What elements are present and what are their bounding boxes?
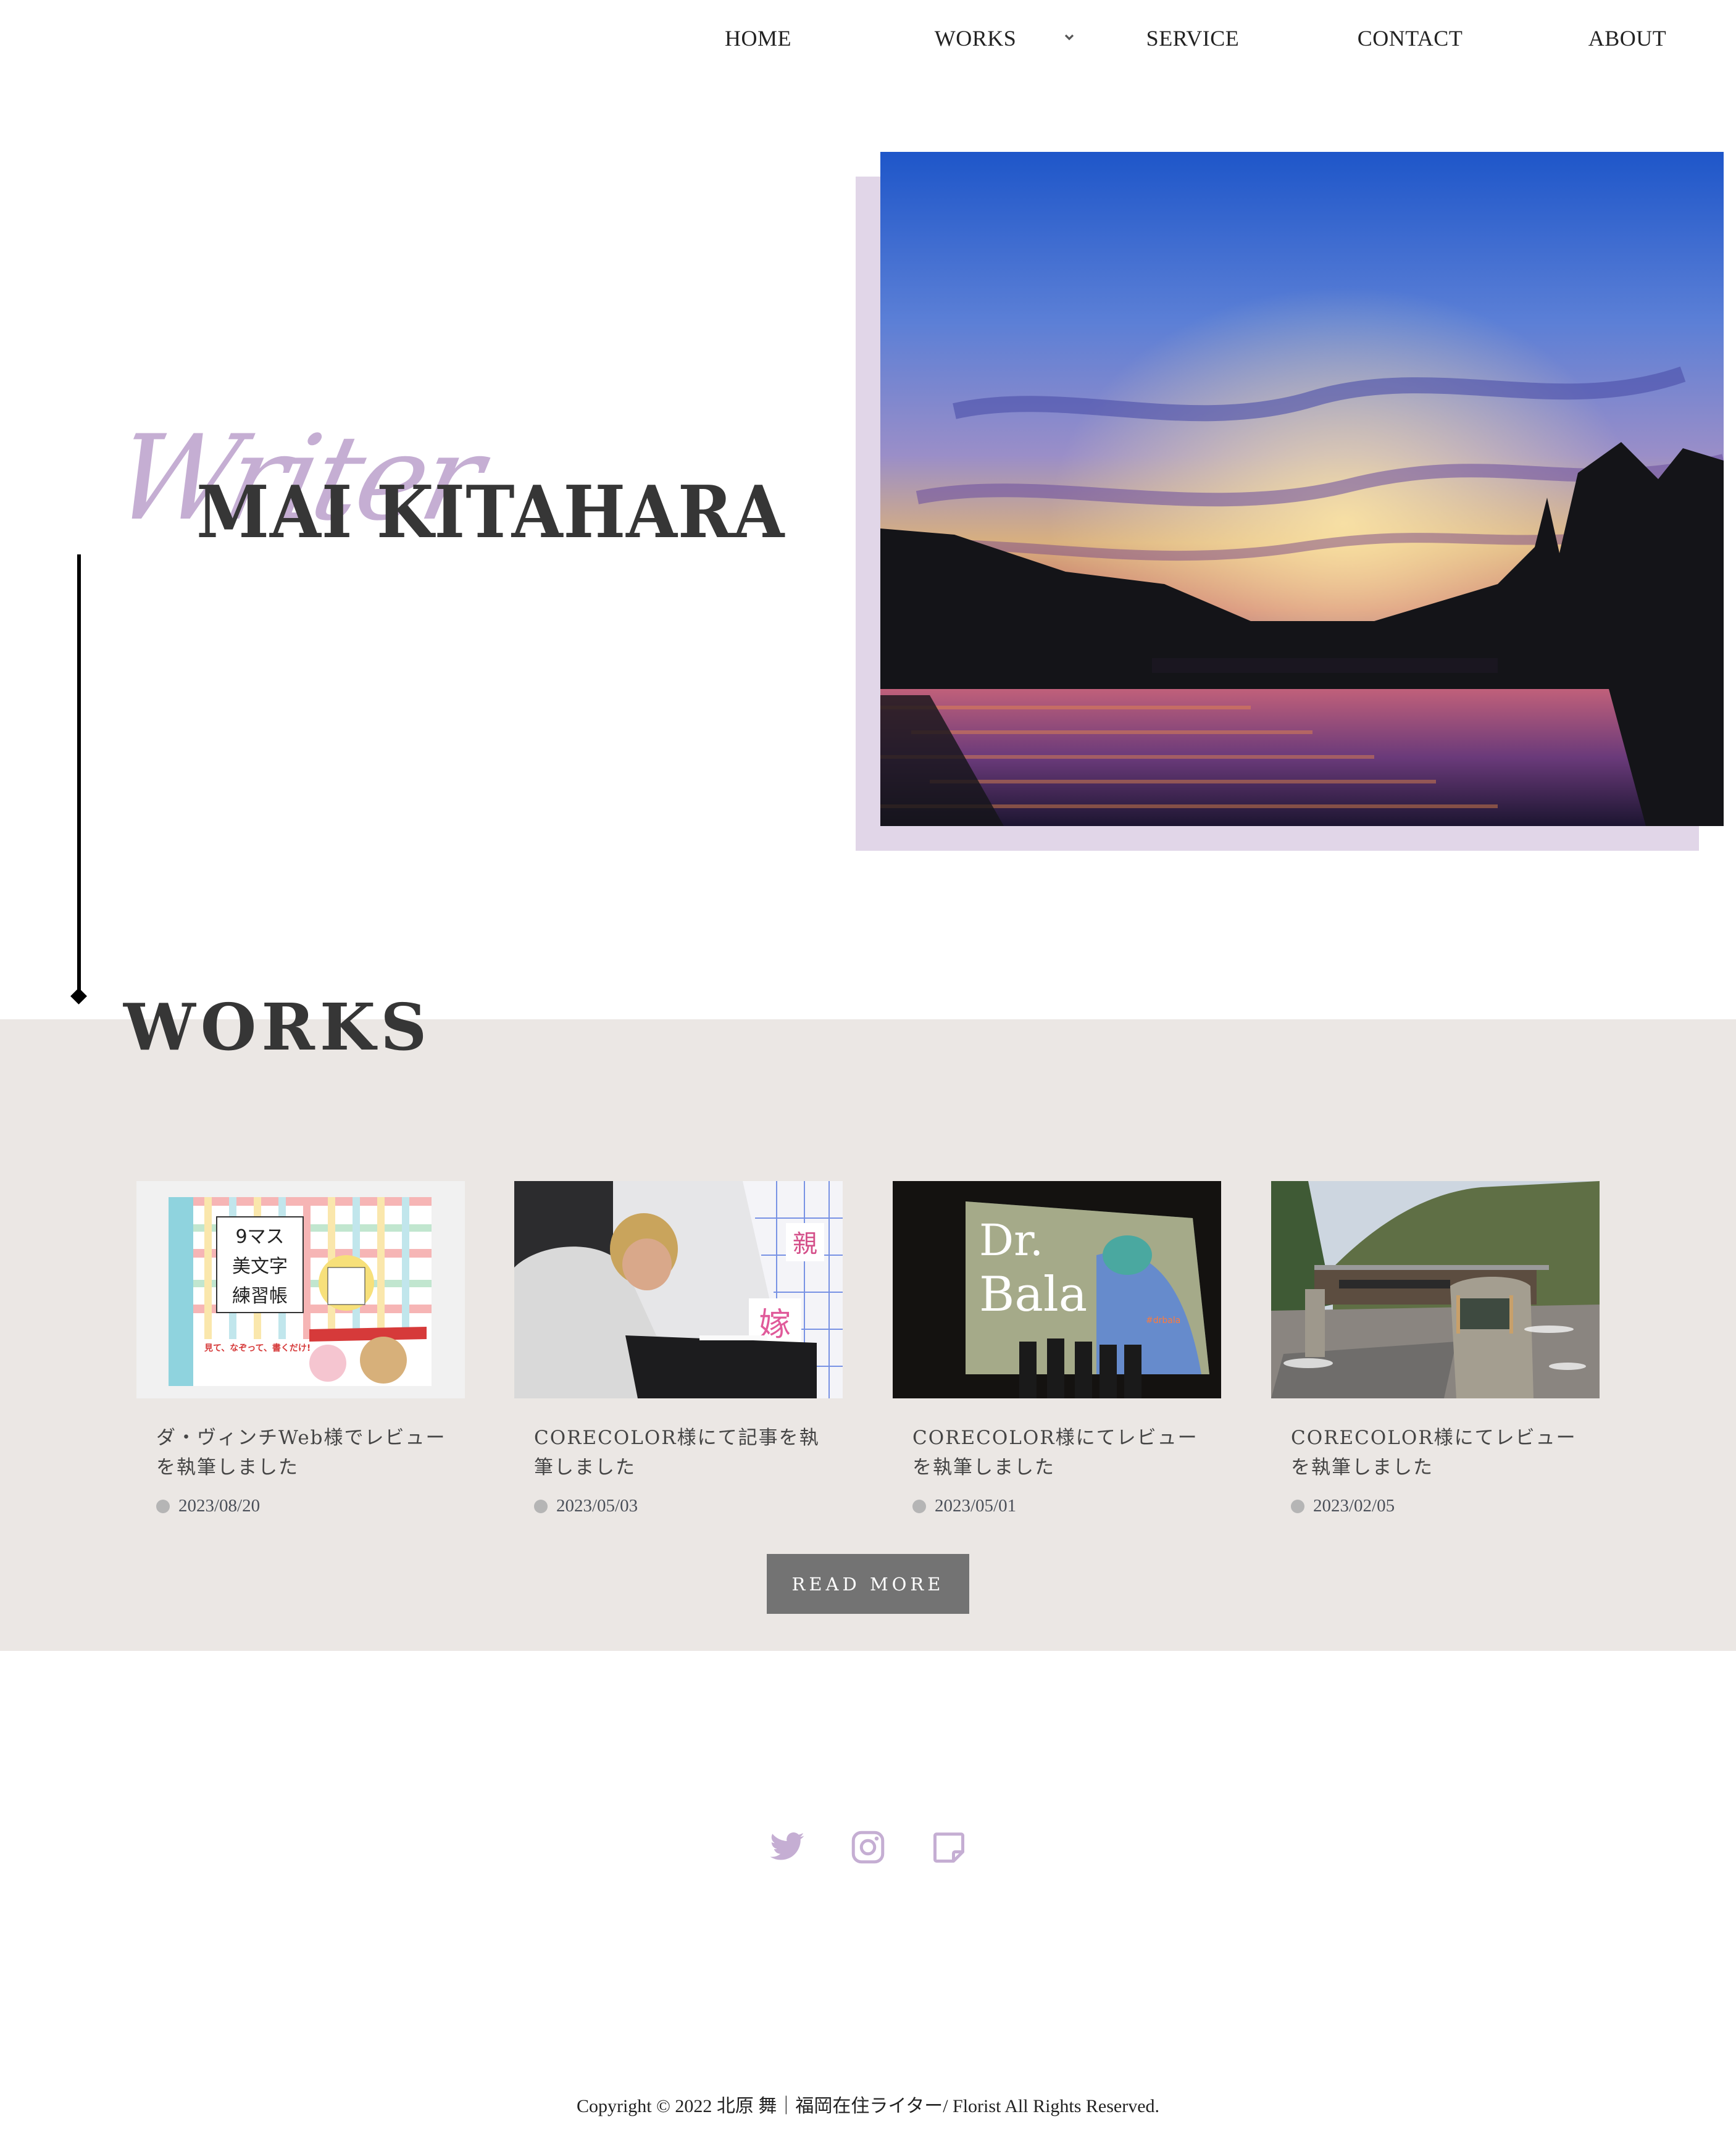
work-card-date: 2023/05/01 xyxy=(912,1496,1221,1516)
nav-about[interactable]: ABOUT xyxy=(1519,19,1736,58)
read-more-button[interactable]: READ MORE xyxy=(767,1554,969,1614)
chevron-down-icon[interactable] xyxy=(1062,30,1077,44)
date-bullet-icon xyxy=(912,1499,926,1513)
nav-contact-label: CONTACT xyxy=(1357,26,1463,51)
svg-text:美文字: 美文字 xyxy=(232,1256,288,1277)
nav-service[interactable]: SERVICE xyxy=(1084,19,1301,58)
nav-contact[interactable]: CONTACT xyxy=(1301,19,1519,58)
date-bullet-icon xyxy=(156,1499,170,1513)
work-card-date-text: 2023/08/20 xyxy=(178,1496,261,1516)
svg-text:練習帳: 練習帳 xyxy=(232,1285,288,1307)
work-card[interactable]: 9マス 美文字 練習帳 見て、なぞって、書くだけ! ダ・ヴィンチWeb様でレビュ… xyxy=(136,1181,465,1516)
nav-service-label: SERVICE xyxy=(1146,26,1240,51)
svg-text:親: 親 xyxy=(793,1230,817,1258)
svg-text:見て、なぞって、書くだけ!: 見て、なぞって、書くだけ! xyxy=(204,1343,311,1353)
work-card-title[interactable]: CORECOLOR様にて記事を執筆しました xyxy=(534,1423,824,1482)
scroll-indicator-line xyxy=(77,554,81,996)
nav-about-label: ABOUT xyxy=(1588,26,1667,51)
work-card[interactable]: 親 嫁 CORECOLOR様にて記事を執筆しました 2023/05/03 xyxy=(514,1181,843,1516)
nav-works-label: WORKS xyxy=(934,26,1017,51)
social-links xyxy=(769,1829,972,1866)
hero-photo xyxy=(880,152,1724,826)
twitter-icon[interactable] xyxy=(769,1829,806,1866)
note-icon[interactable] xyxy=(930,1829,967,1866)
copyright: Copyright © 2022 北原 舞｜福岡在住ライター/ Florist … xyxy=(576,2096,1160,2116)
main-nav: HOME WORKS SERVICE CONTACT ABOUT xyxy=(649,19,1736,58)
date-bullet-icon xyxy=(1291,1499,1304,1513)
scroll-indicator-diamond-icon xyxy=(70,988,87,1004)
work-card-date: 2023/08/20 xyxy=(156,1496,465,1516)
nav-home[interactable]: HOME xyxy=(649,19,867,58)
work-card-date-text: 2023/05/01 xyxy=(935,1496,1017,1516)
hero-name: MAI KITAHARA xyxy=(196,470,785,554)
work-card-date-text: 2023/02/05 xyxy=(1313,1496,1395,1516)
work-card-date: 2023/02/05 xyxy=(1291,1496,1600,1516)
svg-text:Dr.: Dr. xyxy=(979,1215,1043,1266)
work-card-title[interactable]: CORECOLOR様にてレビューを執筆しました xyxy=(1291,1423,1581,1482)
works-title: WORKS xyxy=(123,989,432,1065)
svg-text:9マス: 9マス xyxy=(235,1226,284,1248)
work-card-title[interactable]: CORECOLOR様にてレビューを執筆しました xyxy=(912,1423,1203,1482)
svg-text:#drbala: #drbala xyxy=(1146,1316,1180,1326)
work-card-title[interactable]: ダ・ヴィンチWeb様でレビューを執筆しました xyxy=(156,1423,446,1482)
work-card-date-text: 2023/05/03 xyxy=(556,1496,638,1516)
work-card-image[interactable]: 親 嫁 xyxy=(514,1181,843,1398)
nav-home-label: HOME xyxy=(725,26,791,51)
work-card-date: 2023/05/03 xyxy=(534,1496,843,1516)
work-card[interactable]: CORECOLOR様にてレビューを執筆しました 2023/02/05 xyxy=(1271,1181,1600,1516)
work-card-image[interactable]: Dr. Bala #drbala xyxy=(893,1181,1221,1398)
date-bullet-icon xyxy=(534,1499,548,1513)
work-card-image[interactable] xyxy=(1271,1181,1600,1398)
work-card[interactable]: Dr. Bala #drbala CORECOLOR様にてレビューを執筆しました… xyxy=(893,1181,1221,1516)
instagram-icon[interactable] xyxy=(849,1829,887,1866)
work-card-image[interactable]: 9マス 美文字 練習帳 見て、なぞって、書くだけ! xyxy=(136,1181,465,1398)
nav-works[interactable]: WORKS xyxy=(867,19,1084,58)
svg-text:Bala: Bala xyxy=(979,1267,1087,1322)
